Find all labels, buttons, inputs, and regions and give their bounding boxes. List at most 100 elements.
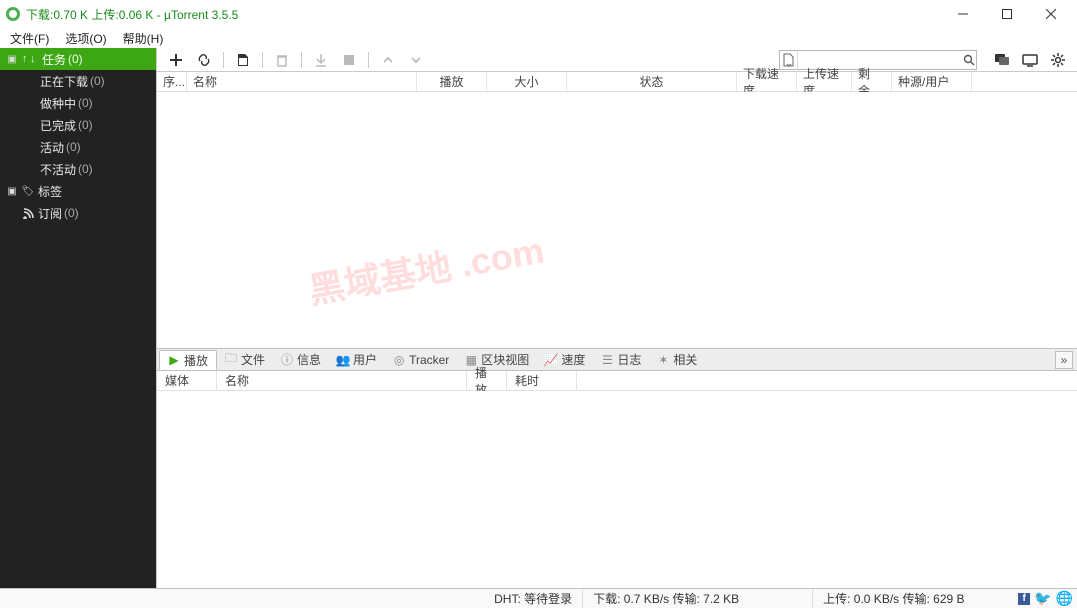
watermark-text: 黑域基地 .com — [304, 222, 547, 315]
col-index[interactable]: 序... — [157, 72, 187, 91]
sidebar-item-labels[interactable]: ▣ 🏷 标签 — [0, 180, 156, 202]
move-up-button[interactable] — [375, 49, 401, 71]
col-name[interactable]: 名称 — [187, 72, 417, 91]
play-tab-icon: ▶ — [168, 354, 180, 366]
tab-tracker[interactable]: ◎ Tracker — [385, 350, 457, 370]
sidebar-item-inactive[interactable]: 不活动 (0) — [0, 158, 156, 180]
col-seeds-peers[interactable]: 种源/用户 — [892, 72, 972, 91]
status-download[interactable]: 下载: 0.7 KB/s 传输: 7.2 KB — [582, 589, 812, 608]
menu-file[interactable]: 文件(F) — [2, 28, 57, 49]
tab-related-label: 相关 — [673, 351, 697, 368]
minimize-icon — [958, 9, 968, 19]
remote-button[interactable] — [1017, 49, 1043, 71]
tab-tracker-label: Tracker — [409, 353, 449, 367]
twitter-icon[interactable]: 🐦 — [1034, 590, 1051, 607]
app-logo-icon — [6, 7, 20, 21]
start-button[interactable] — [308, 49, 334, 71]
sidebar-inactive-label: 不活动 — [40, 161, 76, 178]
sidebar-item-downloading[interactable]: 正在下载 (0) — [0, 70, 156, 92]
dcol-duration[interactable]: 耗时 — [507, 371, 577, 390]
sidebar-tasks-count: (0) — [68, 52, 83, 66]
col-down-speed[interactable]: 下载速度 — [737, 72, 797, 91]
toolbar-separator — [223, 52, 224, 68]
globe-icon[interactable]: 🌐 — [1056, 590, 1073, 607]
trash-icon — [276, 53, 288, 67]
sidebar-seeding-count: (0) — [78, 96, 93, 110]
gear-icon — [1051, 53, 1065, 67]
transfer-arrows-icon — [22, 53, 38, 65]
torrent-list-header: 序... 名称 播放 大小 状态 下载速度 上传速度 剩余... 种源/用户 — [157, 72, 1077, 92]
status-bar: DHT: 等待登录 下载: 0.7 KB/s 传输: 7.2 KB 上传: 0.… — [0, 588, 1077, 608]
double-chevron-icon: » — [1061, 353, 1068, 367]
col-play[interactable]: 播放 — [417, 72, 487, 91]
sidebar-feeds-label: 订阅 — [38, 205, 62, 222]
detail-list[interactable] — [157, 391, 1077, 588]
link-icon — [197, 53, 211, 67]
info-icon: ⓘ — [281, 354, 293, 366]
col-remaining[interactable]: 剩余... — [852, 72, 892, 91]
stop-button[interactable] — [336, 49, 362, 71]
tab-files-label: 文件 — [241, 351, 265, 368]
search-button[interactable] — [961, 51, 976, 69]
dcol-play[interactable]: 播放 — [467, 371, 507, 390]
dcol-name[interactable]: 名称 — [217, 371, 467, 390]
torrent-list[interactable]: 黑域基地 .com — [157, 92, 1077, 348]
col-status[interactable]: 状态 — [567, 72, 737, 91]
status-dht[interactable]: DHT: 等待登录 — [4, 589, 582, 608]
remove-button[interactable] — [269, 49, 295, 71]
menu-help[interactable]: 帮助(H) — [115, 28, 172, 49]
tab-play-label: 播放 — [184, 352, 208, 369]
settings-button[interactable] — [1045, 49, 1071, 71]
social-links: f 🐦 🌐 — [1012, 590, 1073, 607]
tab-info[interactable]: ⓘ 信息 — [273, 350, 329, 370]
add-torrent-button[interactable] — [163, 49, 189, 71]
col-up-speed[interactable]: 上传速度 — [797, 72, 852, 91]
chat-icon — [994, 53, 1010, 67]
toolbar-separator — [301, 52, 302, 68]
tab-play[interactable]: ▶ 播放 — [159, 350, 217, 370]
move-down-button[interactable] — [403, 49, 429, 71]
create-torrent-button[interactable] — [230, 49, 256, 71]
sidebar-item-tasks[interactable]: ▣ 任务 (0) — [0, 48, 156, 70]
toolbar-separator — [262, 52, 263, 68]
status-upload[interactable]: 上传: 0.0 KB/s 传输: 629 B — [812, 589, 1012, 608]
maximize-button[interactable] — [985, 0, 1029, 28]
sidebar-item-completed[interactable]: 已完成 (0) — [0, 114, 156, 136]
minimize-button[interactable] — [941, 0, 985, 28]
sidebar-item-feeds[interactable]: 订阅 (0) — [0, 202, 156, 224]
sidebar-item-seeding[interactable]: 做种中 (0) — [0, 92, 156, 114]
add-url-button[interactable] — [191, 49, 217, 71]
tab-speed[interactable]: 📈 速度 — [537, 350, 593, 370]
chevron-down-icon — [410, 54, 422, 66]
title-bar: 下载:0.70 K 上传:0.06 K - µTorrent 3.5.5 — [0, 0, 1077, 28]
sidebar: ▣ 任务 (0) 正在下载 (0) 做种中 (0) 已完成 (0) 活动 (0)… — [0, 48, 156, 588]
dcol-media[interactable]: 媒体 — [157, 371, 217, 390]
sidebar-completed-count: (0) — [78, 118, 93, 132]
tab-peers[interactable]: 👥 用户 — [329, 350, 385, 370]
menu-options[interactable]: 选项(O) — [57, 28, 114, 49]
sidebar-completed-label: 已完成 — [40, 117, 76, 134]
tab-peers-label: 用户 — [353, 351, 377, 368]
tab-log[interactable]: ☰ 日志 — [593, 350, 649, 370]
sidebar-tasks-label: 任务 — [42, 51, 66, 68]
maximize-icon — [1002, 9, 1012, 19]
detail-panel: ▶ 播放 🗀 文件 ⓘ 信息 👥 用户 ◎ Tracker — [157, 348, 1077, 588]
download-arrow-icon — [315, 53, 327, 67]
tab-related[interactable]: ✶ 相关 — [649, 350, 705, 370]
facebook-icon[interactable]: f — [1018, 593, 1030, 605]
sidebar-item-active[interactable]: 活动 (0) — [0, 136, 156, 158]
toolbar — [157, 48, 1077, 72]
panel-toggle-button[interactable]: » — [1055, 351, 1073, 369]
collapse-icon: ▣ — [6, 54, 18, 65]
tab-speed-label: 速度 — [561, 351, 585, 368]
detail-list-header: 媒体 名称 播放 耗时 — [157, 371, 1077, 391]
col-size[interactable]: 大小 — [487, 72, 567, 91]
content-area: 序... 名称 播放 大小 状态 下载速度 上传速度 剩余... 种源/用户 黑… — [156, 48, 1077, 588]
detail-tabs: ▶ 播放 🗀 文件 ⓘ 信息 👥 用户 ◎ Tracker — [157, 349, 1077, 371]
close-button[interactable] — [1029, 0, 1073, 28]
log-icon: ☰ — [601, 354, 613, 366]
tag-icon: 🏷 — [22, 186, 34, 197]
main-area: ▣ 任务 (0) 正在下载 (0) 做种中 (0) 已完成 (0) 活动 (0)… — [0, 48, 1077, 588]
tab-files[interactable]: 🗀 文件 — [217, 350, 273, 370]
chat-button[interactable] — [989, 49, 1015, 71]
